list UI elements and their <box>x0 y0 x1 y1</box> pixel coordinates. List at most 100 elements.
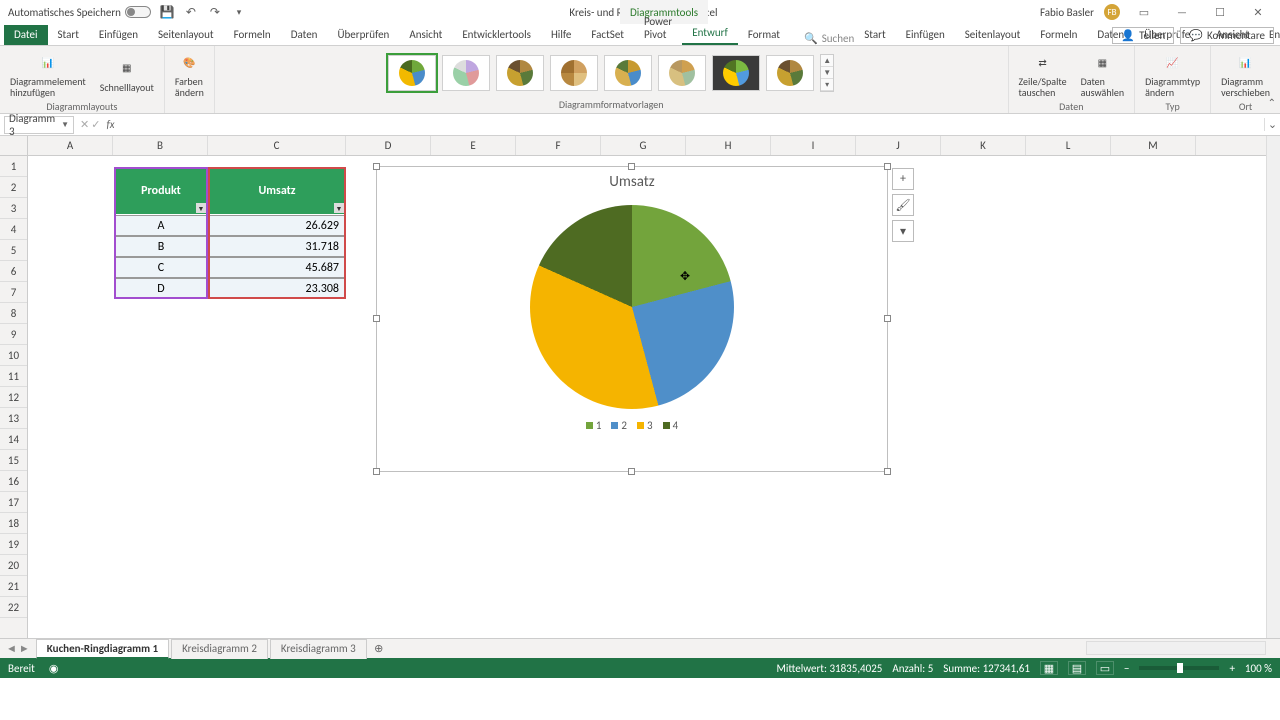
cell-produkt[interactable]: A <box>114 215 208 236</box>
view-normal-icon[interactable]: ▦ <box>1040 661 1058 675</box>
row-header[interactable]: 21 <box>0 576 27 597</box>
cells-area[interactable]: Produkt▼ Umsatz▼ A26.629B31.718C45.687D2… <box>28 156 1266 638</box>
minimize-icon[interactable]: — <box>1168 2 1196 22</box>
chevron-down-icon[interactable]: ▼ <box>61 120 69 130</box>
cell-umsatz[interactable]: 23.308 <box>208 278 346 299</box>
style-gallery-scroll[interactable]: ▲▼▾ <box>820 54 834 92</box>
tab-format[interactable]: Format <box>738 25 790 45</box>
row-header[interactable]: 11 <box>0 366 27 387</box>
row-header[interactable]: 17 <box>0 492 27 513</box>
row-header[interactable]: 1 <box>0 156 27 177</box>
cell-umsatz[interactable]: 31.718 <box>208 236 346 257</box>
select-all-corner[interactable] <box>0 136 28 156</box>
tab-formeln[interactable]: Formeln <box>1030 25 1087 45</box>
chart-style-8[interactable] <box>766 55 814 91</box>
row-header[interactable]: 16 <box>0 471 27 492</box>
table-header-umsatz[interactable]: Umsatz▼ <box>208 167 346 215</box>
column-header[interactable]: K <box>941 136 1026 155</box>
qat-customize-icon[interactable]: ▾ <box>231 4 247 20</box>
cell-umsatz[interactable]: 26.629 <box>208 215 346 236</box>
column-header[interactable]: A <box>28 136 113 155</box>
user-avatar[interactable]: FB <box>1104 4 1120 20</box>
chart-title[interactable]: Umsatz <box>377 173 887 191</box>
fx-icon[interactable]: fx <box>106 118 114 131</box>
legend-item[interactable]: 2 <box>611 419 627 432</box>
table-row[interactable]: A26.629 <box>114 215 346 236</box>
tab-entwurf[interactable]: Entwurf <box>682 23 738 45</box>
row-header[interactable]: 5 <box>0 240 27 261</box>
resize-handle[interactable] <box>628 163 635 170</box>
zoom-out-icon[interactable]: − <box>1124 662 1129 675</box>
view-page-break-icon[interactable]: ▭ <box>1096 661 1114 675</box>
pie-series[interactable] <box>530 205 734 409</box>
tab-seitenlayout[interactable]: Seitenlayout <box>148 25 224 45</box>
zoom-in-icon[interactable]: + <box>1229 662 1234 675</box>
chart-style-2[interactable] <box>442 55 490 91</box>
row-header[interactable]: 20 <box>0 555 27 576</box>
legend-item[interactable]: 4 <box>663 419 679 432</box>
chart-filters-button[interactable]: ▾ <box>892 220 914 242</box>
sheet-tab[interactable]: Kuchen-Ringdiagramm 1 <box>36 639 169 659</box>
cell-produkt[interactable]: B <box>114 236 208 257</box>
row-header[interactable]: 14 <box>0 429 27 450</box>
chart-style-4[interactable] <box>550 55 598 91</box>
resize-handle[interactable] <box>884 468 891 475</box>
legend-item[interactable]: 1 <box>586 419 602 432</box>
column-header[interactable]: M <box>1111 136 1196 155</box>
tab-formeln[interactable]: Formeln <box>224 25 281 45</box>
tab-factset[interactable]: FactSet <box>581 25 634 45</box>
worksheet-grid[interactable]: ABCDEFGHIJKLM 12345678910111213141516171… <box>0 136 1280 638</box>
move-chart-button[interactable]: 📊Diagramm verschieben <box>1217 48 1274 100</box>
sheet-tab[interactable]: Kreisdiagramm 2 <box>171 639 268 659</box>
enter-formula-icon[interactable]: ✓ <box>91 118 100 131</box>
resize-handle[interactable] <box>373 468 380 475</box>
table-row[interactable]: B31.718 <box>114 236 346 257</box>
legend-item[interactable]: 3 <box>637 419 653 432</box>
tab-daten[interactable]: Daten <box>281 25 328 45</box>
zoom-slider[interactable] <box>1139 666 1219 670</box>
formula-input[interactable] <box>121 116 1264 134</box>
column-header[interactable]: L <box>1026 136 1111 155</box>
column-header[interactable]: J <box>856 136 941 155</box>
tab-power pivot[interactable]: Power Pivot <box>634 12 682 45</box>
row-header[interactable]: 22 <box>0 597 27 618</box>
row-header[interactable]: 2 <box>0 177 27 198</box>
close-icon[interactable]: ✕ <box>1244 2 1272 22</box>
ribbon-display-icon[interactable]: ▭ <box>1130 2 1158 22</box>
tab-file[interactable]: Datei <box>4 25 48 45</box>
column-header[interactable]: C <box>208 136 346 155</box>
tab-überprüfen[interactable]: Überprüfen <box>327 25 399 45</box>
autosave-toggle[interactable]: Automatisches Speichern <box>8 6 151 19</box>
chart-elements-button[interactable]: + <box>892 168 914 190</box>
resize-handle[interactable] <box>884 163 891 170</box>
cell-umsatz[interactable]: 45.687 <box>208 257 346 278</box>
add-sheet-button[interactable]: ⊕ <box>369 642 389 655</box>
tab-einfügen[interactable]: Einfügen <box>896 25 955 45</box>
chart-styles-button[interactable]: 🖌 <box>892 194 914 216</box>
column-header[interactable]: I <box>771 136 856 155</box>
chart-object[interactable]: Umsatz ✥ 1 2 3 4 <box>376 166 888 472</box>
chart-legend[interactable]: 1 2 3 4 <box>377 419 887 432</box>
change-chart-type-button[interactable]: 📈Diagrammtyp ändern <box>1141 48 1204 100</box>
column-headers[interactable]: ABCDEFGHIJKLM <box>28 136 1266 156</box>
tell-me-search[interactable]: 🔍 Suchen <box>804 32 854 45</box>
macro-record-icon[interactable]: ◉ <box>49 662 59 675</box>
name-box[interactable]: Diagramm 3▼ <box>4 116 74 134</box>
table-header-produkt[interactable]: Produkt▼ <box>114 167 208 215</box>
row-header[interactable]: 13 <box>0 408 27 429</box>
resize-handle[interactable] <box>373 163 380 170</box>
cancel-formula-icon[interactable]: ✕ <box>80 118 89 131</box>
collapse-ribbon-icon[interactable]: ⌃ <box>1268 96 1276 109</box>
share-button[interactable]: 👤Teilen <box>1112 27 1174 44</box>
filter-dropdown-icon[interactable]: ▼ <box>334 203 344 213</box>
column-header[interactable]: B <box>113 136 208 155</box>
resize-handle[interactable] <box>628 468 635 475</box>
cell-produkt[interactable]: D <box>114 278 208 299</box>
row-header[interactable]: 8 <box>0 303 27 324</box>
table-row[interactable]: D23.308 <box>114 278 346 299</box>
cell-produkt[interactable]: C <box>114 257 208 278</box>
chart-style-5[interactable] <box>604 55 652 91</box>
change-colors-button[interactable]: 🎨Farben ändern <box>171 48 208 100</box>
chart-style-1[interactable] <box>388 55 436 91</box>
toggle-off-icon[interactable] <box>125 6 151 18</box>
